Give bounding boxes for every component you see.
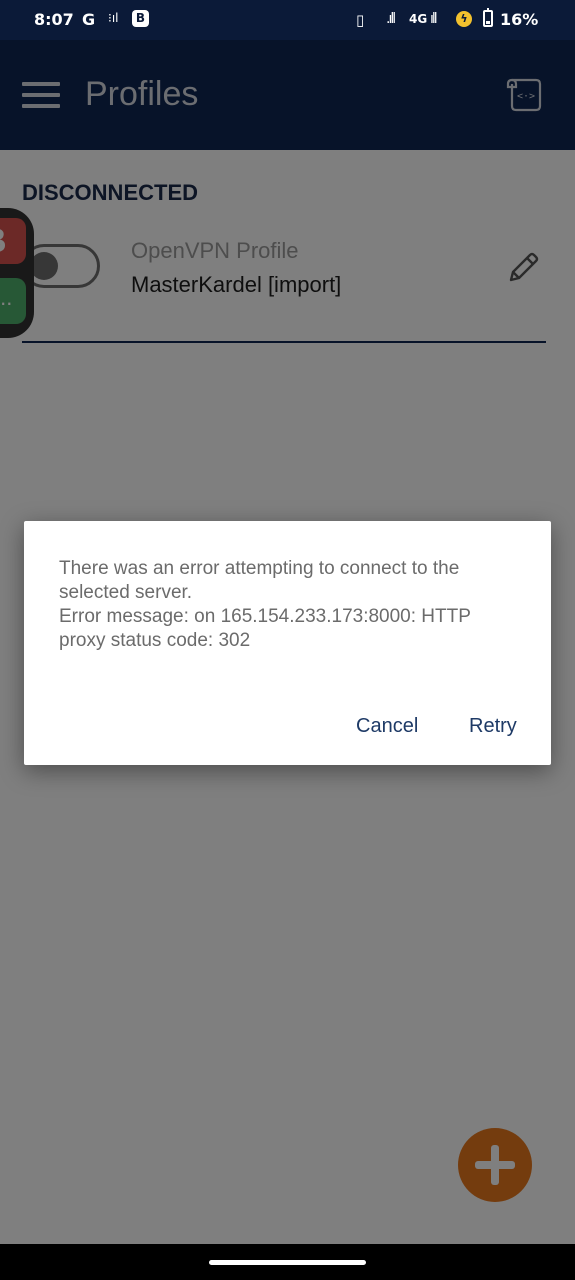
dialog-message-line-2: Error message: on 165.154.233.173:8000: …	[59, 606, 471, 651]
wifi-calling-icon: ⁝ıl	[108, 11, 119, 25]
signal-strength-icon-2: ıll	[430, 11, 438, 27]
vibrate-icon: ▯	[356, 11, 365, 29]
google-icon: G	[82, 10, 96, 29]
battery-saver-icon: ϟ	[456, 11, 472, 27]
status-bar: 8:07 G ⁝ıl B ▯ .ıll 4G ıll ϟ 16%	[0, 0, 575, 40]
status-time: 8:07	[34, 10, 74, 29]
dialog-message: There was an error attempting to connect…	[59, 557, 519, 653]
home-gesture-handle[interactable]	[209, 1260, 366, 1265]
navigation-bar	[0, 1244, 575, 1280]
battery-icon	[483, 8, 493, 27]
network-type-label: 4G	[409, 12, 428, 26]
dialog-message-line-1: There was an error attempting to connect…	[59, 558, 460, 603]
signal-strength-icon: .ıll	[386, 11, 396, 27]
cancel-button[interactable]: Cancel	[356, 715, 418, 738]
retry-button[interactable]: Retry	[469, 715, 517, 738]
error-dialog: There was an error attempting to connect…	[24, 521, 551, 765]
battery-percent: 16%	[500, 10, 539, 29]
b-app-icon: B	[132, 10, 149, 27]
